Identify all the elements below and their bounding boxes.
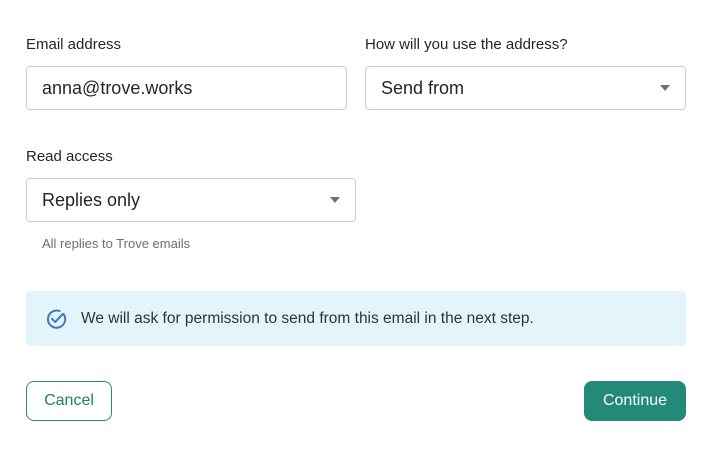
email-label: Email address [26,36,122,53]
chevron-down-icon [660,85,670,91]
banner-text: We will ask for permission to send from … [81,309,534,327]
usage-selected-value: Send from [381,77,465,98]
cancel-button[interactable]: Cancel [26,381,112,421]
info-banner: We will ask for permission to send from … [26,291,686,346]
check-circle-icon [45,308,67,330]
email-field[interactable]: anna@trove.works [26,66,347,110]
continue-button[interactable]: Continue [584,381,686,421]
read-access-selected-value: Replies only [42,189,141,210]
usage-select[interactable]: Send from [365,66,686,110]
read-access-label: Read access [26,148,113,165]
read-access-select[interactable]: Replies only [26,178,356,222]
usage-label: How will you use the address? [365,36,568,53]
chevron-down-icon [330,197,340,203]
read-access-hint: All replies to Trove emails [42,236,191,251]
email-value: anna@trove.works [42,77,193,98]
